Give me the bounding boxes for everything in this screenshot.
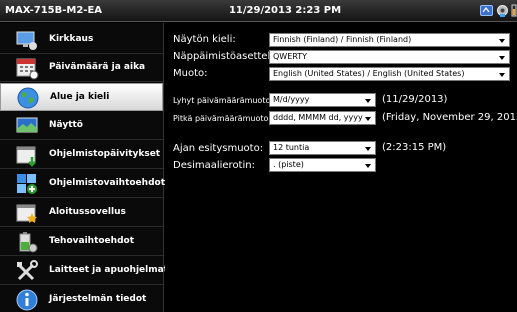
decimal-separator-value: . (piste) bbox=[273, 160, 304, 169]
software-update-icon bbox=[16, 146, 36, 167]
settings-sidebar: Kirkkaus Päivämäärä ja aika Alue ja kiel… bbox=[0, 23, 168, 312]
short-date-select[interactable]: M/d/yyyy bbox=[269, 93, 376, 107]
sidebar-item-system-info[interactable]: Järjestelmän tiedot bbox=[0, 286, 163, 312]
sidebar-item-label: Alue ja kieli bbox=[50, 92, 110, 102]
sidebar-item-label: Näyttö bbox=[49, 120, 83, 130]
decimal-separator-label: Desimaalierotin: bbox=[173, 160, 255, 171]
calendar-icon bbox=[16, 58, 39, 80]
sidebar-item-software-updates[interactable]: Ohjelmistopäivitykset bbox=[0, 141, 163, 169]
short-date-label: Lyhyt päivämäärämuoto: bbox=[173, 96, 274, 105]
sidebar-item-date-time[interactable]: Päivämäärä ja aika bbox=[0, 54, 163, 82]
sidebar-item-label: Järjestelmän tiedot bbox=[49, 294, 147, 304]
format-select[interactable]: English (United States) / English (Unite… bbox=[269, 67, 510, 81]
sidebar-item-power-options[interactable]: Tehovaihtoehdot bbox=[0, 228, 163, 256]
time-format-select[interactable]: 12 tuntia bbox=[269, 141, 376, 155]
short-date-value: M/d/yyyy bbox=[273, 95, 310, 104]
keyboard-layout-select[interactable]: QWERTY bbox=[269, 50, 510, 64]
long-date-value: dddd, MMMM dd, yyyy bbox=[273, 113, 363, 122]
brightness-monitor-icon bbox=[16, 31, 37, 50]
chevron-down-icon bbox=[499, 56, 505, 60]
sidebar-item-label: Päivämäärä ja aika bbox=[49, 62, 146, 72]
sidebar-item-label: Kirkkaus bbox=[49, 34, 94, 44]
sidebar-item-brightness[interactable]: Kirkkaus bbox=[0, 26, 163, 54]
tools-icon bbox=[17, 260, 38, 281]
info-icon bbox=[16, 289, 38, 311]
long-date-example: (Friday, November 29, 2013) bbox=[382, 112, 517, 123]
time-format-example: (2:23:15 PM) bbox=[382, 142, 447, 153]
startup-app-icon bbox=[16, 204, 37, 223]
chevron-down-icon bbox=[365, 147, 371, 151]
power-options-icon bbox=[19, 232, 38, 253]
long-date-select[interactable]: dddd, MMMM dd, yyyy bbox=[269, 111, 376, 125]
long-date-label: Pitkä päivämäärämuoto: bbox=[173, 114, 272, 123]
chevron-down-icon bbox=[499, 39, 505, 43]
display-language-label: Näytön kieli: bbox=[173, 34, 236, 45]
sidebar-item-label: Aloitussovellus bbox=[49, 207, 126, 217]
battery-icon[interactable] bbox=[511, 4, 517, 17]
chevron-down-icon bbox=[365, 164, 371, 168]
sidebar-item-devices-utilities[interactable]: Laitteet ja apuohjelmat bbox=[0, 257, 168, 285]
display-language-value: Finnish (Finland) / Finnish (Finland) bbox=[273, 35, 412, 44]
chevron-down-icon bbox=[365, 99, 371, 103]
format-label: Muoto: bbox=[173, 68, 208, 79]
sidebar-item-label: Ohjelmistovaihtoehdot bbox=[49, 178, 165, 188]
clock: 11/29/2013 2:23 PM bbox=[228, 5, 342, 16]
chevron-down-icon bbox=[499, 73, 505, 77]
time-format-value: 12 tuntia bbox=[273, 143, 310, 152]
sidebar-item-label: Tehovaihtoehdot bbox=[49, 236, 134, 246]
software-options-icon bbox=[17, 174, 37, 194]
format-value: English (United States) / English (Unite… bbox=[273, 69, 465, 78]
display-language-select[interactable]: Finnish (Finland) / Finnish (Finland) bbox=[269, 33, 510, 47]
time-format-label: Ajan esitysmuoto: bbox=[173, 143, 264, 154]
short-date-example: (11/29/2013) bbox=[382, 94, 448, 105]
keyboard-layout-label: Näppäimistöasettelu: bbox=[173, 51, 280, 62]
title-bar: MAX-715B-M2-EA 11/29/2013 2:23 PM bbox=[0, 0, 517, 22]
network-icon[interactable] bbox=[480, 4, 493, 17]
device-name: MAX-715B-M2-EA bbox=[5, 5, 103, 16]
chevron-down-icon bbox=[365, 117, 371, 121]
settings-icon[interactable] bbox=[496, 4, 509, 17]
globe-icon bbox=[17, 87, 39, 109]
sidebar-item-software-options[interactable]: Ohjelmistovaihtoehdot bbox=[0, 170, 165, 198]
sidebar-item-label: Laitteet ja apuohjelmat bbox=[49, 265, 168, 275]
sidebar-item-display[interactable]: Näyttö bbox=[0, 112, 163, 140]
keyboard-layout-value: QWERTY bbox=[273, 52, 308, 61]
sidebar-item-label: Ohjelmistopäivitykset bbox=[49, 149, 161, 159]
region-language-panel: Näytön kieli: Finnish (Finland) / Finnis… bbox=[165, 23, 517, 312]
sidebar-item-startup-app[interactable]: Aloitussovellus bbox=[0, 199, 163, 227]
decimal-separator-select[interactable]: . (piste) bbox=[269, 158, 376, 172]
display-icon bbox=[16, 117, 38, 133]
sidebar-item-region-language[interactable]: Alue ja kieli bbox=[0, 83, 163, 111]
